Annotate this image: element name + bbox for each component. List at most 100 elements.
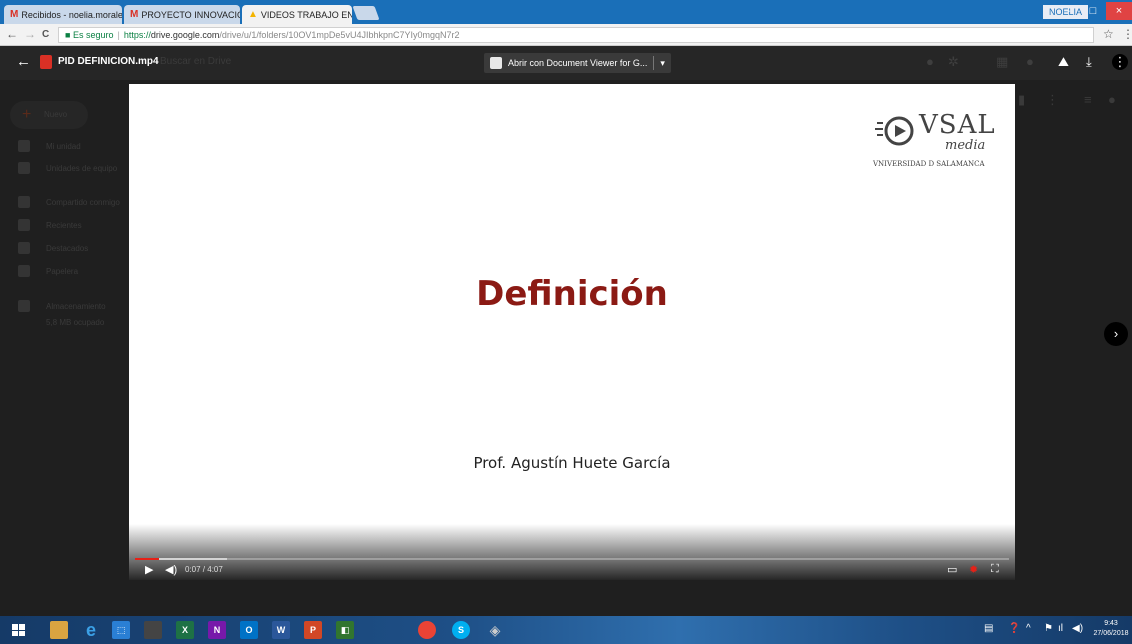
sidebar-item-shared: Compartido conmigo xyxy=(18,196,120,208)
forward-arrow-icon[interactable]: → xyxy=(24,27,36,41)
sidebar-item-label: Unidades de equipo xyxy=(46,163,118,173)
drive-icon xyxy=(18,140,30,152)
powerpoint-icon[interactable]: P xyxy=(304,621,322,639)
new-tab-button[interactable] xyxy=(352,6,380,20)
open-with-label: Abrir con Document Viewer for G... xyxy=(508,58,648,68)
subtitles-icon[interactable]: ▭ xyxy=(947,563,957,576)
tab-title: PROYECTO INNOVACIÓN xyxy=(141,9,240,20)
account-icon: ● xyxy=(1026,54,1034,69)
tab-gmail-inbox[interactable]: M Recibidos - noelia.morale × xyxy=(4,5,122,24)
play-icon[interactable]: ▶ xyxy=(145,563,153,576)
windows-taskbar: e ⬚ X N O W P ◧ S ◈ ▤ ❓ ^ ⚑ ıl ◀) 9:43 2… xyxy=(0,616,1132,644)
player-controls: ▶ ◀) 0:07 / 4:07 ▭ ✹ ⛶ xyxy=(129,524,1015,580)
play-camera-icon xyxy=(875,116,914,146)
system-clock[interactable]: 9:43 27/06/2018 xyxy=(1092,619,1130,639)
flag-icon[interactable]: ⚑ xyxy=(1044,623,1053,634)
chrome-icon[interactable] xyxy=(418,621,436,639)
people-icon xyxy=(18,196,30,208)
minimize-button[interactable]: – xyxy=(1054,2,1080,20)
paint-icon[interactable] xyxy=(144,621,162,639)
download-icon[interactable]: ⤓ xyxy=(1086,54,1092,70)
clock-time: 9:43 xyxy=(1104,620,1118,627)
time-display: 0:07 / 4:07 xyxy=(185,565,223,574)
new-button-label: Nuevo xyxy=(44,110,68,119)
open-with-button[interactable]: Abrir con Document Viewer for G... ▾ xyxy=(484,53,671,73)
progress-bar[interactable] xyxy=(135,558,1009,560)
fullscreen-icon[interactable]: ⛶ xyxy=(991,563,999,576)
sidebar-item-label: Almacenamiento xyxy=(46,301,106,311)
speaker-icon[interactable]: ◀) xyxy=(1072,623,1083,634)
browser-tabstrip: M Recibidos - noelia.morale × M PROYECTO… xyxy=(0,0,1132,24)
secure-label: Es seguro xyxy=(72,30,114,40)
sidebar-item-trash: Papelera xyxy=(18,265,78,277)
gear-icon: ✲ xyxy=(948,54,959,69)
url-path: /drive/u/1/folders/10OV1mpDe5vU4JIbhkpnC… xyxy=(219,30,460,40)
help-tray-icon[interactable]: ❓ xyxy=(1008,623,1020,634)
settings-gear-icon[interactable]: ✹ xyxy=(969,563,978,576)
plus-icon: + xyxy=(22,106,32,123)
windows-start-icon[interactable] xyxy=(12,624,26,636)
list-view-icon: ≡ xyxy=(1084,92,1092,107)
logo-brand: VSAL xyxy=(919,110,996,140)
drive-icon: ▲ xyxy=(248,9,258,20)
tab-title: VIDEOS TRABAJO EN EQ xyxy=(260,9,352,20)
sidebar-item-label: Destacados xyxy=(46,243,89,253)
reload-icon[interactable]: C xyxy=(42,29,49,40)
sidebar-item-recent: Recientes xyxy=(18,219,82,231)
back-arrow-icon[interactable]: ← xyxy=(6,27,18,41)
word-icon[interactable]: W xyxy=(272,621,290,639)
sidebar-item-label: Mi unidad xyxy=(46,141,81,151)
paint3d-icon[interactable]: ◈ xyxy=(486,621,504,639)
logo-university: VNIVERSIDAD D SALAMANCA xyxy=(873,160,985,168)
tab-videos[interactable]: ▲ VIDEOS TRABAJO EN EQ × xyxy=(242,5,352,24)
played-bar xyxy=(135,558,160,560)
more-options-icon[interactable]: ⋮ xyxy=(1112,54,1128,70)
sidebar-item-storage: Almacenamiento xyxy=(18,300,106,312)
edge-icon[interactable]: e xyxy=(82,621,100,639)
new-button: + Nuevo xyxy=(10,101,88,129)
keyboard-icon[interactable]: ▤ xyxy=(984,623,993,634)
storage-usage: 5,8 MB ocupado xyxy=(46,318,105,327)
video-player[interactable]: VSAL media VNIVERSIDAD D SALAMANCA Defin… xyxy=(129,84,1015,580)
clock-icon xyxy=(18,219,30,231)
url-separator: | xyxy=(117,30,120,40)
bookmark-star-icon[interactable]: ☆ xyxy=(1103,27,1114,41)
outlook-icon[interactable]: O xyxy=(240,621,258,639)
slide-title: Definición xyxy=(476,274,668,314)
sidebar-item-label: Compartido conmigo xyxy=(46,197,120,207)
lock-icon: ■ xyxy=(65,30,73,40)
url-input[interactable]: ■ Es seguro | https://drive.google.com/dri… xyxy=(58,27,1094,43)
star-icon xyxy=(18,242,30,254)
excel-icon[interactable]: X xyxy=(176,621,194,639)
address-toolbar: ← → C ■ Es seguro | https://drive.google.c… xyxy=(0,24,1132,46)
divider xyxy=(653,56,655,70)
usal-media-logo: VSAL media VNIVERSIDAD D SALAMANCA xyxy=(869,108,995,176)
project-icon[interactable]: ◧ xyxy=(336,621,354,639)
trash-icon: ▮ xyxy=(1018,92,1026,107)
close-window-button[interactable]: × xyxy=(1106,2,1132,20)
sidebar-item-team-drives: Unidades de equipo xyxy=(18,162,117,174)
drive-preview: ← PID DEFINICION.mp4 Buscar en Drive Abr… xyxy=(0,46,1132,616)
next-file-button[interactable]: › xyxy=(1104,322,1128,346)
chevron-up-icon[interactable]: ^ xyxy=(1026,623,1031,634)
maximize-button[interactable]: □ xyxy=(1080,2,1106,20)
onenote-icon[interactable]: N xyxy=(208,621,226,639)
sidebar-item-label: Papelera xyxy=(46,266,79,276)
chevron-down-icon[interactable]: ▾ xyxy=(660,58,665,69)
add-to-drive-icon[interactable]: ⛰ xyxy=(1058,54,1069,70)
preview-header: ← PID DEFINICION.mp4 Buscar en Drive Abr… xyxy=(0,46,1132,80)
info-icon: ● xyxy=(1108,92,1116,107)
back-arrow-icon[interactable]: ← xyxy=(16,53,31,70)
help-icon: ● xyxy=(926,54,934,69)
store-icon[interactable]: ⬚ xyxy=(112,621,130,639)
apps-icon: ▦ xyxy=(996,54,1009,69)
network-icon[interactable]: ıl xyxy=(1058,623,1063,634)
skype-icon[interactable]: S xyxy=(452,621,470,639)
browser-menu-icon[interactable]: ⋮ xyxy=(1122,27,1132,41)
volume-icon[interactable]: ◀) xyxy=(165,563,177,576)
document-viewer-icon xyxy=(490,57,502,69)
tab-proyecto[interactable]: M PROYECTO INNOVACIÓN × xyxy=(124,5,240,24)
file-explorer-icon[interactable] xyxy=(50,621,68,639)
url-scheme: https:// xyxy=(123,30,151,40)
slide-author: Prof. Agustín Huete García xyxy=(473,454,671,472)
